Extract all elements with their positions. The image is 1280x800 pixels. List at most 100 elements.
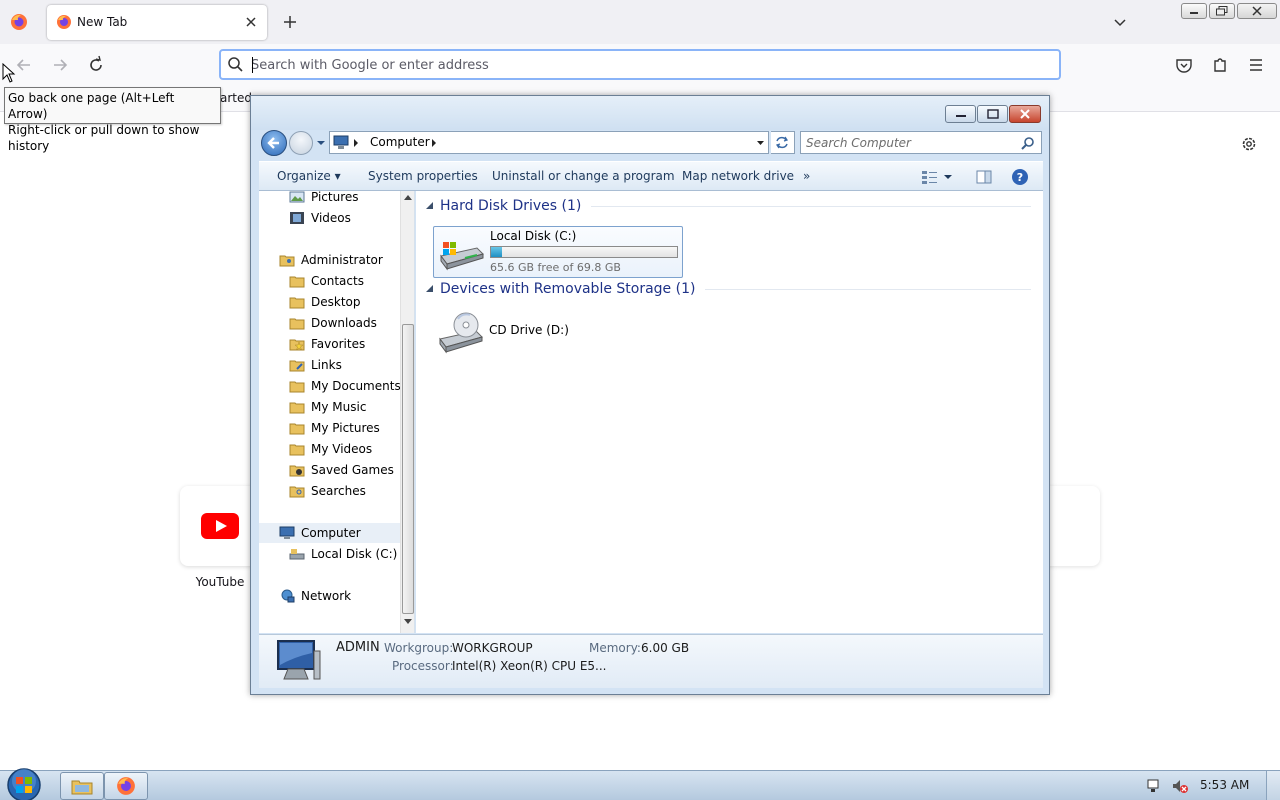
nav-item-my-videos[interactable]: My Videos bbox=[289, 439, 372, 459]
organize-label: Organize bbox=[277, 169, 331, 183]
forward-button[interactable] bbox=[289, 131, 313, 155]
drive-local-disk-c[interactable]: Local Disk (C:) 65.6 GB free of 69.8 GB bbox=[433, 226, 683, 278]
view-options-dropdown-icon[interactable] bbox=[942, 168, 954, 186]
nav-item-my-documents[interactable]: My Documents bbox=[289, 376, 401, 396]
explorer-close-button[interactable] bbox=[1009, 105, 1041, 123]
search-icon[interactable] bbox=[1021, 136, 1035, 150]
pictures-icon bbox=[289, 191, 305, 203]
restore-button[interactable] bbox=[1209, 3, 1235, 19]
processor-label: Processor: bbox=[392, 659, 454, 673]
nav-item-computer[interactable]: Computer bbox=[259, 523, 400, 543]
nav-item-label: My Videos bbox=[311, 442, 373, 456]
disk-usage-fill bbox=[491, 247, 503, 257]
close-icon bbox=[1020, 109, 1030, 119]
disk-usage-bar bbox=[490, 246, 678, 258]
show-desktop-button[interactable] bbox=[1266, 771, 1280, 800]
folder-icon bbox=[289, 360, 305, 372]
tab-new-tab[interactable]: New Tab bbox=[47, 5, 267, 40]
nav-item-desktop[interactable]: Desktop bbox=[289, 292, 361, 312]
nav-item-my-music[interactable]: My Music bbox=[289, 397, 366, 417]
scroll-down-arrow-icon[interactable] bbox=[404, 619, 412, 625]
breadcrumb-separator-icon[interactable] bbox=[431, 138, 437, 148]
scroll-up-arrow-icon[interactable] bbox=[404, 194, 412, 200]
back-button[interactable] bbox=[261, 130, 287, 156]
breadcrumb-separator-icon[interactable] bbox=[353, 138, 359, 148]
list-all-tabs-chevron-icon[interactable] bbox=[1112, 14, 1128, 30]
system-properties-button[interactable]: System properties bbox=[368, 169, 478, 183]
recent-pages-dropdown-icon[interactable] bbox=[316, 138, 326, 148]
taskbar-explorer-button[interactable] bbox=[60, 772, 104, 800]
explorer-maximize-button[interactable] bbox=[977, 105, 1008, 123]
group-removable-storage[interactable]: Devices with Removable Storage (1) bbox=[416, 279, 1031, 299]
explorer-minimize-button[interactable] bbox=[945, 105, 976, 123]
collapse-triangle-icon[interactable] bbox=[426, 285, 434, 293]
uninstall-program-button[interactable]: Uninstall or change a program bbox=[492, 169, 675, 183]
new-tab-plus-icon[interactable] bbox=[281, 13, 299, 31]
close-tab-icon[interactable] bbox=[243, 14, 259, 30]
nav-item-label: Videos bbox=[311, 211, 351, 225]
nav-item-administrator[interactable]: Administrator bbox=[279, 250, 383, 270]
explorer-search-input[interactable] bbox=[806, 135, 1016, 151]
explorer-address-row: Computer bbox=[259, 129, 1043, 157]
nav-item-label: My Music bbox=[311, 400, 367, 414]
minimize-icon bbox=[1190, 12, 1198, 14]
nav-item-label: Network bbox=[301, 589, 352, 603]
top-site-label: YouTube bbox=[195, 575, 245, 589]
firefox-menu-icon[interactable] bbox=[10, 13, 28, 31]
nav-item-saved-games[interactable]: Saved Games bbox=[289, 460, 394, 480]
youtube-icon bbox=[201, 513, 239, 539]
refresh-button[interactable] bbox=[771, 131, 795, 154]
collapse-triangle-icon[interactable] bbox=[426, 202, 434, 210]
nav-item-searches[interactable]: Searches bbox=[289, 481, 366, 501]
address-history-dropdown-icon[interactable] bbox=[756, 139, 765, 147]
minimize-button[interactable] bbox=[1181, 3, 1207, 19]
extensions-puzzle-icon[interactable] bbox=[1210, 55, 1230, 75]
url-bar[interactable] bbox=[219, 49, 1061, 80]
breadcrumb-computer[interactable]: Computer bbox=[370, 135, 430, 149]
volume-muted-icon[interactable] bbox=[1172, 778, 1188, 794]
nav-item-network[interactable]: Network bbox=[279, 586, 351, 606]
nav-item-videos[interactable]: Videos bbox=[289, 208, 351, 228]
back-arrow-icon[interactable] bbox=[14, 55, 34, 75]
explorer-title-bar[interactable] bbox=[251, 96, 1049, 130]
taskbar-clock[interactable]: 5:53 AM bbox=[1200, 778, 1249, 792]
address-bar[interactable]: Computer bbox=[329, 131, 769, 154]
nav-item-label: Pictures bbox=[311, 191, 359, 204]
network-tray-icon[interactable] bbox=[1146, 778, 1162, 794]
explorer-search-box[interactable] bbox=[800, 131, 1042, 154]
start-button-windows-icon[interactable] bbox=[4, 765, 44, 800]
nav-item-label: Administrator bbox=[301, 253, 383, 267]
nav-item-label: Searches bbox=[311, 484, 366, 498]
folder-icon bbox=[289, 276, 305, 288]
scrollbar-thumb[interactable] bbox=[402, 324, 414, 614]
nav-item-favorites[interactable]: Favorites bbox=[289, 334, 365, 354]
nav-item-links[interactable]: Links bbox=[289, 355, 342, 375]
map-network-drive-button[interactable]: Map network drive bbox=[682, 169, 794, 183]
more-commands-button[interactable]: » bbox=[803, 169, 810, 183]
navigation-pane-scrollbar[interactable] bbox=[400, 191, 414, 633]
gear-icon[interactable] bbox=[1240, 135, 1258, 153]
nav-item-local-disk[interactable]: Local Disk (C:) bbox=[289, 544, 397, 564]
help-icon[interactable]: ? bbox=[1011, 168, 1029, 186]
forward-arrow-icon[interactable] bbox=[50, 55, 70, 75]
svg-text:?: ? bbox=[1017, 171, 1023, 184]
close-window-button[interactable] bbox=[1237, 3, 1277, 19]
hamburger-menu-icon[interactable] bbox=[1246, 55, 1266, 75]
taskbar-firefox-button[interactable] bbox=[104, 772, 148, 800]
nav-item-my-pictures[interactable]: My Pictures bbox=[289, 418, 380, 438]
top-site-youtube[interactable] bbox=[180, 486, 260, 566]
videos-icon bbox=[290, 212, 304, 224]
reload-icon[interactable] bbox=[86, 55, 106, 75]
change-view-icon[interactable] bbox=[921, 168, 939, 186]
nav-item-contacts[interactable]: Contacts bbox=[289, 271, 364, 291]
bookmark-item-getting-started[interactable]: arted bbox=[220, 91, 252, 105]
pocket-icon[interactable] bbox=[1174, 55, 1194, 75]
organize-button[interactable]: Organize ▾ bbox=[277, 169, 341, 183]
drive-cd-d[interactable]: CD Drive (D:) bbox=[433, 309, 683, 359]
preview-pane-icon[interactable] bbox=[975, 168, 993, 186]
nav-item-label: My Pictures bbox=[311, 421, 380, 435]
url-input[interactable] bbox=[251, 55, 1041, 75]
group-hard-disk-drives[interactable]: Hard Disk Drives (1) bbox=[416, 196, 1031, 216]
nav-item-downloads[interactable]: Downloads bbox=[289, 313, 377, 333]
nav-item-pictures[interactable]: Pictures bbox=[289, 191, 359, 207]
